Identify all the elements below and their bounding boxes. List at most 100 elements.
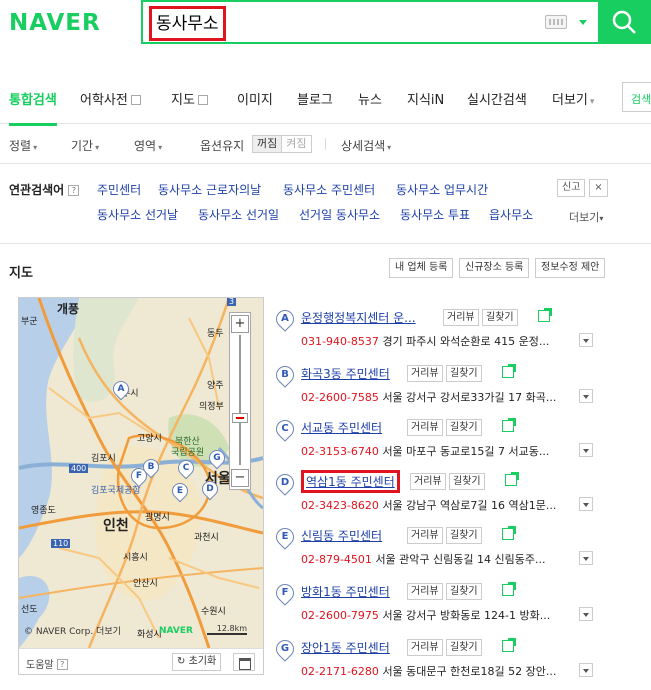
related-link[interactable]: 동사무소 업무시간 bbox=[396, 181, 488, 198]
roadview-button[interactable]: 거리뷰 bbox=[443, 309, 479, 326]
place-item: D 역삼1동 주민센터 거리뷰 길찾기 02-3423-8620 서울 강남구 … bbox=[272, 470, 646, 518]
pin-letter: E bbox=[176, 486, 184, 496]
related-link[interactable]: 선거일 동사무소 bbox=[299, 206, 380, 223]
zoom-track[interactable] bbox=[239, 335, 241, 465]
register-new-place-button[interactable]: 신규장소 등록 bbox=[459, 258, 530, 278]
search-icon bbox=[612, 10, 636, 34]
filter-detail[interactable]: 상세검색 ▾ bbox=[341, 137, 391, 154]
naver-logo[interactable]: NAVER bbox=[9, 10, 101, 36]
keyboard-icon[interactable] bbox=[545, 15, 567, 29]
share-icon[interactable] bbox=[502, 364, 516, 378]
roadview-button[interactable]: 거리뷰 bbox=[407, 365, 443, 382]
roadview-button[interactable]: 거리뷰 bbox=[407, 419, 443, 436]
place-name-link[interactable]: 서교동 주민센터 bbox=[301, 419, 382, 436]
place-marker-icon: F bbox=[272, 580, 298, 606]
place-more-dropdown[interactable] bbox=[579, 607, 593, 621]
place-more-dropdown[interactable] bbox=[579, 333, 593, 347]
place-name-link[interactable]: 신림동 주민센터 bbox=[301, 527, 382, 544]
fullscreen-icon[interactable] bbox=[233, 653, 255, 671]
zoom-control[interactable]: + − bbox=[229, 312, 251, 490]
roadview-button[interactable]: 거리뷰 bbox=[407, 527, 443, 544]
zoom-handle[interactable] bbox=[232, 413, 248, 423]
place-more-dropdown[interactable] bbox=[579, 551, 593, 565]
directions-button[interactable]: 길찾기 bbox=[446, 527, 482, 544]
tab-integrated[interactable]: 통합검색 bbox=[9, 89, 57, 126]
place-name-link[interactable]: 역삼1동 주민센터 bbox=[301, 470, 400, 493]
directions-button[interactable]: 길찾기 bbox=[449, 473, 485, 490]
tab-dictionary[interactable]: 어학사전 bbox=[80, 89, 141, 108]
zoom-in-button[interactable]: + bbox=[231, 315, 249, 333]
tab-map[interactable]: 지도 bbox=[171, 89, 208, 108]
search-button[interactable] bbox=[599, 0, 651, 44]
share-icon[interactable] bbox=[502, 638, 516, 652]
pin-letter: G bbox=[213, 453, 221, 463]
tab-news[interactable]: 뉴스 bbox=[358, 89, 382, 108]
register-business-button[interactable]: 내 업체 등록 bbox=[389, 258, 454, 278]
related-link[interactable]: 동사무소 투표 bbox=[400, 206, 470, 223]
place-name-link[interactable]: 장안1동 주민센터 bbox=[301, 639, 390, 656]
related-link[interactable]: 동사무소 선거일 bbox=[198, 206, 279, 223]
place-more-dropdown[interactable] bbox=[579, 443, 593, 457]
tab-more[interactable]: 더보기 ▾ bbox=[552, 89, 594, 108]
place-more-dropdown[interactable] bbox=[579, 389, 593, 403]
share-icon[interactable] bbox=[538, 308, 552, 322]
zoom-out-button[interactable]: − bbox=[231, 469, 249, 487]
filter-label: 상세검색 bbox=[341, 139, 386, 153]
place-more-dropdown[interactable] bbox=[579, 663, 593, 677]
map-footer: 도움말 ? ↻ 초기화 bbox=[19, 648, 263, 674]
filter-area[interactable]: 영역 ▾ bbox=[134, 137, 162, 154]
map-view[interactable]: 개풍 부군 동두 양주 의정부 주시 고양시 북한산 국립공원 김포시 김포국제… bbox=[18, 297, 264, 675]
tab-right-button[interactable]: 검색 bbox=[622, 82, 651, 112]
roadview-button[interactable]: 거리뷰 bbox=[410, 473, 446, 490]
map-label: 국립공원 bbox=[171, 448, 205, 458]
share-icon[interactable] bbox=[502, 526, 516, 540]
toggle-on-option[interactable]: 켜짐 bbox=[282, 136, 310, 152]
autocomplete-toggle-icon[interactable] bbox=[579, 20, 587, 25]
help-icon[interactable]: ? bbox=[68, 185, 80, 196]
directions-button[interactable]: 길찾기 bbox=[446, 583, 482, 600]
suggest-edit-button[interactable]: 정보수정 제안 bbox=[535, 258, 606, 278]
toggle-off-option[interactable]: 꺼짐 bbox=[253, 136, 283, 152]
map-label: 광명시 bbox=[145, 513, 170, 523]
directions-button[interactable]: 길찾기 bbox=[446, 365, 482, 382]
report-button[interactable]: 신고 bbox=[557, 179, 586, 197]
tab-realtime[interactable]: 실시간검색 bbox=[467, 89, 527, 108]
tab-kin[interactable]: 지식iN bbox=[407, 89, 444, 108]
place-name-link[interactable]: 운정행정복지센터 운... bbox=[301, 309, 416, 326]
place-name-link[interactable]: 화곡3동 주민센터 bbox=[301, 365, 390, 382]
more-related-button[interactable]: 더보기▾ bbox=[569, 209, 603, 225]
map-label: 개풍 bbox=[57, 302, 80, 316]
related-link[interactable]: 주민센터 bbox=[97, 181, 141, 198]
directions-button[interactable]: 길찾기 bbox=[446, 419, 482, 436]
tab-image[interactable]: 이미지 bbox=[237, 89, 273, 108]
tab-label: 어학사전 bbox=[80, 93, 128, 108]
search-input[interactable]: 동사무소 bbox=[149, 6, 226, 41]
search-box[interactable]: 동사무소 bbox=[141, 0, 600, 44]
tab-blog[interactable]: 블로그 bbox=[297, 89, 333, 108]
related-link[interactable]: 동사무소 근로자의날 bbox=[158, 181, 261, 198]
share-icon[interactable] bbox=[505, 472, 519, 486]
map-reset-button[interactable]: ↻ 초기화 bbox=[172, 653, 222, 671]
filter-period[interactable]: 기간 ▾ bbox=[71, 137, 99, 154]
place-more-dropdown[interactable] bbox=[579, 497, 593, 511]
share-icon[interactable] bbox=[502, 582, 516, 596]
directions-button[interactable]: 길찾기 bbox=[446, 639, 482, 656]
related-link[interactable]: 동사무소 주민센터 bbox=[283, 181, 375, 198]
chevron-down-icon: ▾ bbox=[599, 214, 604, 223]
share-icon[interactable] bbox=[502, 418, 516, 432]
related-link[interactable]: 읍사무소 bbox=[489, 206, 533, 223]
place-name-link[interactable]: 방화1동 주민센터 bbox=[301, 583, 390, 600]
filter-sort[interactable]: 정렬 ▾ bbox=[9, 137, 37, 154]
map-copyright[interactable]: © NAVER Corp. 더보기 bbox=[24, 624, 121, 637]
roadview-button[interactable]: 거리뷰 bbox=[407, 583, 443, 600]
roadview-button[interactable]: 거리뷰 bbox=[407, 639, 443, 656]
place-phone: 031-940-8537 bbox=[301, 335, 379, 348]
road-shield: 400 bbox=[69, 464, 89, 473]
option-keep-toggle[interactable]: 꺼짐 켜짐 bbox=[252, 135, 312, 153]
map-label: 부군 bbox=[21, 317, 38, 327]
directions-button[interactable]: 길찾기 bbox=[482, 309, 518, 326]
close-icon[interactable]: × bbox=[589, 179, 608, 197]
related-link[interactable]: 동사무소 선거날 bbox=[97, 206, 178, 223]
place-info: 02-879-4501 서울 관악구 신림동길 14 신림동주... bbox=[301, 551, 545, 567]
map-help[interactable]: 도움말 ? bbox=[26, 656, 68, 671]
